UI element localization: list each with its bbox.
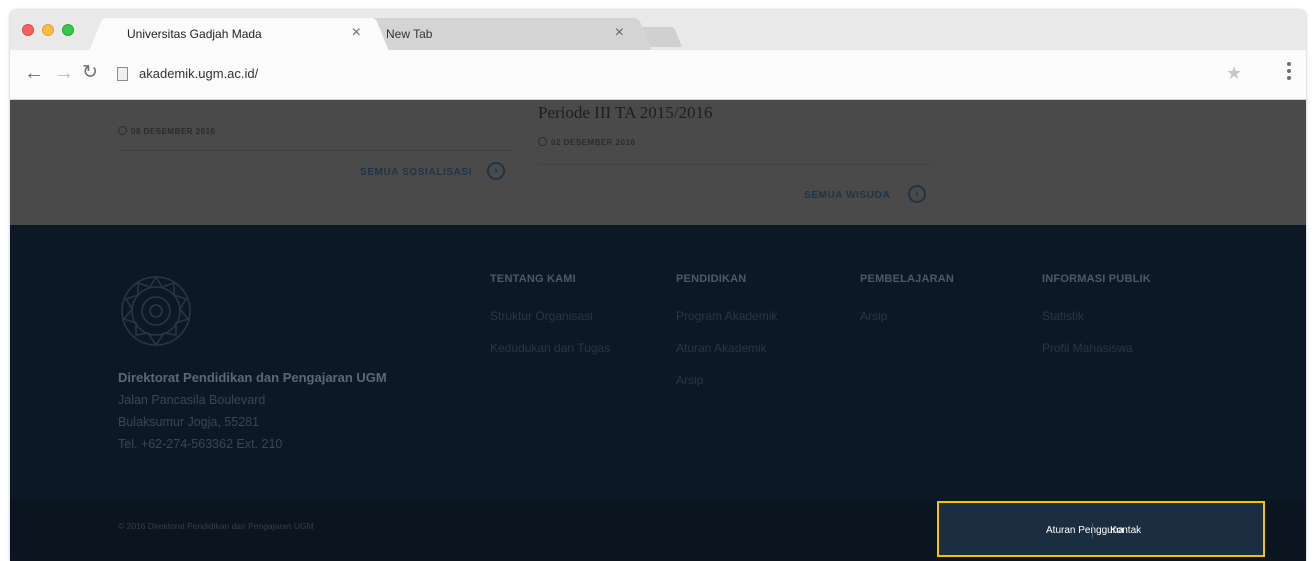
address-bar[interactable]: akademik.ugm.ac.id/ <box>139 66 258 81</box>
footer-link[interactable]: Statistik <box>1042 309 1084 323</box>
phone-line: Tel. +62-274-563362 Ext. 210 <box>118 437 283 451</box>
reload-icon[interactable]: ↻ <box>82 62 98 84</box>
org-name: Direktorat Pendidikan dan Pengajaran UGM <box>118 370 387 385</box>
forward-arrow-icon[interactable]: → <box>54 62 74 84</box>
tab-title: Universitas Gadjah Mada <box>127 27 262 41</box>
footer-link[interactable]: Arsip <box>676 373 703 387</box>
footer-link[interactable]: Program Akademik <box>676 309 777 323</box>
page-icon <box>117 67 128 81</box>
news-date: 08 DESEMBER 2016 <box>118 126 215 136</box>
news-date: 02 DESEMBER 2016 <box>538 137 635 147</box>
browser-window: Universitas Gadjah Mada × New Tab × ← → … <box>10 10 1306 561</box>
tab-close-icon[interactable]: × <box>615 24 624 42</box>
copyright-text: © 2016 Direktorat Pendidikan dan Pengaja… <box>118 521 314 531</box>
arrow-right-circle-icon[interactable]: › <box>487 162 505 180</box>
more-wisuda-link[interactable]: SEMUA WISUDA <box>804 190 890 201</box>
footer-heading-tentang-kami: TENTANG KAMI <box>490 273 576 285</box>
news-section: 08 DESEMBER 2016 SEMUA SOSIALISASI › Per… <box>10 100 1306 225</box>
close-window-button[interactable] <box>22 24 34 36</box>
site-footer: Direktorat Pendidikan dan Pengajaran UGM… <box>10 225 1306 500</box>
news-title[interactable]: Periode III TA 2015/2016 <box>538 103 712 123</box>
footer-link[interactable]: Profil Mahasiswa <box>1042 341 1133 355</box>
footer-link[interactable]: Kedudukan dan Tugas <box>490 341 610 355</box>
bookmark-star-icon[interactable]: ★ <box>1226 63 1242 84</box>
tab-new-tab[interactable]: New Tab × <box>364 18 636 50</box>
tab-universitas-gadjah-mada[interactable]: Universitas Gadjah Mada × <box>105 18 373 50</box>
ugm-logo-icon <box>121 275 191 347</box>
footer-link[interactable]: Arsip <box>860 309 887 323</box>
address-line: Bulaksumur Jogja, 55281 <box>118 415 260 429</box>
tab-close-icon[interactable]: × <box>352 24 361 42</box>
footer-heading-informasi-publik: INFORMASI PUBLIK <box>1042 273 1151 285</box>
address-line: Jalan Pancasila Boulevard <box>118 393 266 407</box>
kontak-link[interactable]: Kontak <box>1110 525 1141 536</box>
maximize-window-button[interactable] <box>62 24 74 36</box>
clock-icon <box>118 126 127 135</box>
minimize-window-button[interactable] <box>42 24 54 36</box>
page-content: 08 DESEMBER 2016 SEMUA SOSIALISASI › Per… <box>10 100 1306 561</box>
back-arrow-icon[interactable]: ← <box>24 62 44 84</box>
footer-heading-pendidikan: PENDIDIKAN <box>676 273 747 285</box>
link-separator <box>1092 523 1093 538</box>
menu-icon[interactable] <box>1285 62 1293 83</box>
tab-strip: Universitas Gadjah Mada × New Tab × <box>10 10 1306 50</box>
highlighted-links-box: Aturan Pengguna Kontak <box>937 501 1265 557</box>
arrow-right-circle-icon[interactable]: › <box>908 185 926 203</box>
footer-link[interactable]: Struktur Organisasi <box>490 309 593 323</box>
more-sosialisasi-link[interactable]: SEMUA SOSIALISASI <box>360 167 472 178</box>
browser-toolbar: ← → ↻ akademik.ugm.ac.id/ ★ <box>10 50 1306 100</box>
footer-heading-pembelajaran: PEMBELAJARAN <box>860 273 955 285</box>
divider <box>538 164 932 165</box>
divider <box>118 150 512 151</box>
clock-icon <box>538 137 547 146</box>
footer-link[interactable]: Aturan Akademik <box>676 341 767 355</box>
tab-title: New Tab <box>386 27 433 41</box>
